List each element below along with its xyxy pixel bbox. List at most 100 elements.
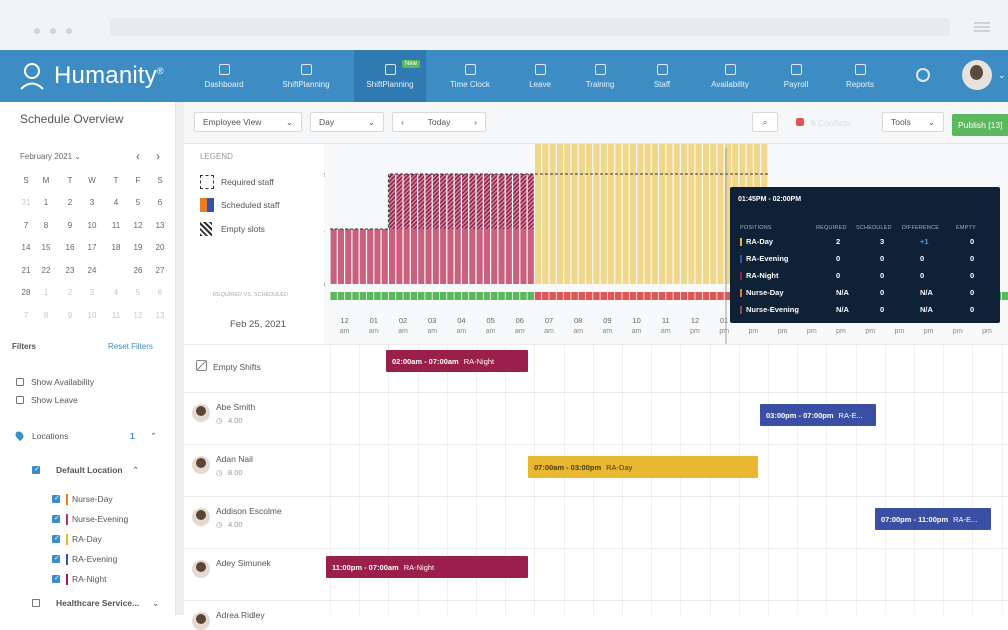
range-select-value: Day <box>319 117 335 127</box>
nav-item[interactable]: Dashboard <box>188 50 260 102</box>
calendar-day[interactable]: 13 <box>150 311 170 320</box>
gear-icon[interactable] <box>916 68 930 82</box>
coverage-bar <box>491 229 498 284</box>
calendar-day[interactable]: 3 <box>82 288 102 297</box>
calendar-day[interactable]: 2 <box>60 198 80 207</box>
position-checkbox[interactable] <box>52 494 60 503</box>
calendar-day[interactable]: 13 <box>150 221 170 230</box>
calendar-day[interactable]: 5 <box>128 198 148 207</box>
view-select[interactable]: Employee View ⌄ <box>194 112 302 132</box>
position-checkbox[interactable] <box>52 554 60 563</box>
calendar-day[interactable]: 4 <box>106 288 126 297</box>
calendar-day[interactable]: 25 <box>106 261 126 277</box>
chevron-up-icon[interactable]: ⌃ <box>132 465 139 476</box>
today-button[interactable]: Today <box>428 117 451 127</box>
calendar-day[interactable]: 2 <box>60 288 80 297</box>
position-checkbox[interactable] <box>52 574 60 583</box>
calendar-day[interactable]: 26 <box>128 266 148 275</box>
locations-label[interactable]: Locations <box>32 431 68 441</box>
nav-item[interactable]: Payroll <box>760 50 832 102</box>
position-checkbox[interactable] <box>52 514 60 523</box>
healthcare-checkbox[interactable] <box>32 599 40 607</box>
calendar-day[interactable]: 11 <box>106 221 126 230</box>
calendar-day[interactable]: 3 <box>82 198 102 207</box>
calendar-day[interactable]: 6 <box>150 198 170 207</box>
calendar-day[interactable]: 17 <box>82 243 102 252</box>
calendar-day[interactable]: 1 <box>36 198 56 207</box>
nav-item[interactable]: Time Clock <box>434 50 506 102</box>
calendar-day[interactable]: 16 <box>60 243 80 252</box>
shift-block[interactable]: 11:00pm - 07:00am RA-Night <box>326 556 528 578</box>
avatar[interactable] <box>962 60 992 90</box>
nav-item[interactable]: Reports <box>824 50 896 102</box>
browser-chrome <box>0 0 1008 50</box>
calendar-day[interactable]: 6 <box>150 288 170 297</box>
chevron-down-icon[interactable]: ⌄ <box>998 70 1006 81</box>
calendar-day[interactable]: 7 <box>16 311 36 320</box>
calendar-day[interactable]: 18 <box>106 243 126 252</box>
coverage-bar <box>608 119 615 284</box>
calendar-day[interactable]: 8 <box>36 221 56 230</box>
shift-block[interactable]: 07:00pm - 11:00pm RA-E... <box>875 508 991 530</box>
employee-name[interactable]: Adey Simunek <box>216 558 271 568</box>
employee-name[interactable]: Addison Escolme <box>216 506 282 516</box>
calendar-day[interactable]: 1 <box>36 288 56 297</box>
nav-item[interactable]: ShiftPlanning <box>270 50 342 102</box>
calendar-month-select[interactable]: February 2021 ⌄ <box>20 152 81 161</box>
next-day-icon[interactable]: › <box>474 117 477 127</box>
calendar-day[interactable]: 10 <box>82 311 102 320</box>
calendar-day[interactable]: 10 <box>82 221 102 230</box>
hour-label: 04 <box>457 316 465 325</box>
calendar-day[interactable]: 28 <box>16 288 36 297</box>
browser-menu-icon[interactable] <box>974 22 990 32</box>
calendar-day[interactable]: 14 <box>16 243 36 252</box>
default-location-checkbox[interactable] <box>32 465 40 474</box>
calendar-day[interactable]: 9 <box>60 311 80 320</box>
calendar-day[interactable]: 15 <box>36 243 56 252</box>
tools-menu[interactable]: Tools ⌄ <box>882 112 944 132</box>
publish-button[interactable]: Publish [13] <box>952 114 1008 136</box>
nav-item[interactable]: ShiftPlanning New <box>354 50 426 102</box>
conflicts-link[interactable]: 8 Conflicts <box>811 118 851 128</box>
chevron-down-icon[interactable]: ⌄ <box>152 598 159 609</box>
default-location-label[interactable]: Default Location <box>56 465 123 475</box>
calendar-day[interactable]: 31 <box>16 198 36 207</box>
calendar-day[interactable]: 7 <box>16 221 36 230</box>
show-leave-checkbox[interactable] <box>16 396 24 404</box>
prev-day-icon[interactable]: ‹ <box>401 117 404 127</box>
search-button[interactable]: ⌕ <box>752 112 778 132</box>
calendar-next-icon[interactable]: › <box>156 149 160 163</box>
calendar-day[interactable]: 22 <box>36 266 56 275</box>
brand-logo[interactable]: Humanity® <box>20 58 164 94</box>
show-availability-checkbox[interactable] <box>16 378 24 386</box>
range-select[interactable]: Day ⌄ <box>310 112 384 132</box>
calendar-day[interactable]: 12 <box>128 311 148 320</box>
calendar-day[interactable]: 12 <box>128 221 148 230</box>
calendar-day[interactable]: 23 <box>60 266 80 275</box>
reset-filters-link[interactable]: Reset Filters <box>108 342 153 351</box>
employee-name[interactable]: Adan Nail <box>216 454 253 464</box>
calendar-day[interactable]: 4 <box>106 198 126 207</box>
calendar-day[interactable]: 11 <box>106 311 126 320</box>
calendar-prev-icon[interactable]: ‹ <box>136 149 140 163</box>
shift-block[interactable]: 07:00am - 03:00pm RA-Day <box>528 456 758 478</box>
healthcare-service-label[interactable]: Healthcare Service... <box>56 598 139 608</box>
calendar-day[interactable]: 20 <box>150 243 170 252</box>
calendar-day[interactable]: 27 <box>150 266 170 275</box>
calendar-day[interactable]: 19 <box>128 243 148 252</box>
calendar-day[interactable]: 8 <box>36 311 56 320</box>
nav-item[interactable]: Staff <box>626 50 698 102</box>
chevron-up-icon[interactable]: ⌃ <box>150 431 157 442</box>
calendar-day[interactable]: 9 <box>60 221 80 230</box>
calendar-day[interactable]: 5 <box>128 288 148 297</box>
address-bar[interactable] <box>110 18 950 36</box>
nav-item[interactable]: Availability <box>694 50 766 102</box>
sidebar-scrollbar[interactable] <box>176 102 184 615</box>
calendar-day[interactable]: 24 <box>82 266 102 275</box>
shift-block[interactable]: 02:00am - 07:00am RA-Night <box>386 350 528 372</box>
employee-name[interactable]: Adrea Ridley <box>216 610 265 620</box>
employee-name[interactable]: Abe Smith <box>216 402 255 412</box>
calendar-day[interactable]: 21 <box>16 266 36 275</box>
shift-block[interactable]: 03:00pm - 07:00pm RA-E... <box>760 404 876 426</box>
position-checkbox[interactable] <box>52 534 60 543</box>
